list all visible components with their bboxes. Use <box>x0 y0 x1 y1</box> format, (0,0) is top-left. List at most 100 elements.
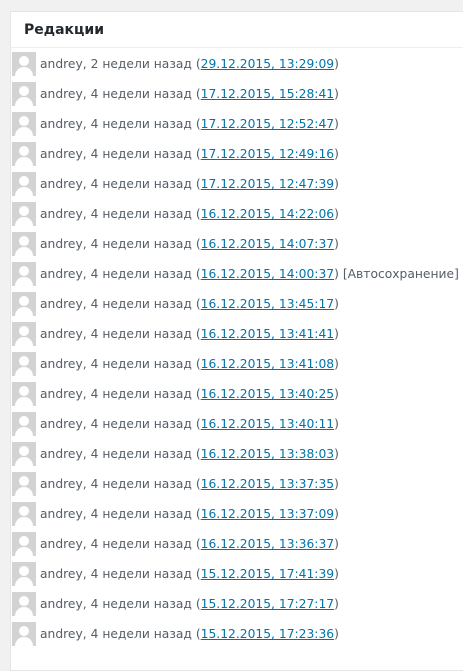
revision-time-ago: 4 недели назад <box>90 177 192 191</box>
default-avatar-icon <box>12 592 36 616</box>
revision-date-link[interactable]: 15.12.2015, 17:41:39 <box>201 567 334 581</box>
revision-author: andrey <box>40 387 83 401</box>
revision-date-link[interactable]: 17.12.2015, 12:49:16 <box>201 147 334 161</box>
default-avatar-icon <box>12 172 36 196</box>
revision-author: andrey <box>40 597 83 611</box>
revision-time-ago: 4 недели назад <box>90 297 192 311</box>
default-avatar-icon <box>12 442 36 466</box>
default-avatar-icon <box>12 52 36 76</box>
revision-autosave-note: [Автосохранение] <box>342 267 459 281</box>
revision-date-link[interactable]: 16.12.2015, 13:45:17 <box>201 297 334 311</box>
revision-date-link[interactable]: 16.12.2015, 13:38:03 <box>201 447 334 461</box>
revision-time-ago: 4 недели назад <box>90 207 192 221</box>
revision-item: andrey, 4 недели назад (16.12.2015, 13:4… <box>12 289 459 319</box>
revision-time-ago: 4 недели назад <box>90 237 192 251</box>
revision-time-ago: 4 недели назад <box>90 507 192 521</box>
default-avatar-icon <box>12 472 36 496</box>
revision-time-ago: 4 недели назад <box>90 597 192 611</box>
revision-author: andrey <box>40 477 83 491</box>
default-avatar-icon <box>12 82 36 106</box>
revision-date-link[interactable]: 16.12.2015, 14:07:37 <box>201 237 334 251</box>
revision-item: andrey, 4 недели назад (16.12.2015, 14:2… <box>12 199 459 229</box>
revision-item: andrey, 4 недели назад (16.12.2015, 13:4… <box>12 409 459 439</box>
panel-title: Редакции <box>24 21 105 38</box>
revision-date-link[interactable]: 16.12.2015, 14:00:37 <box>201 267 334 281</box>
revision-author: andrey <box>40 117 83 131</box>
revision-author: andrey <box>40 507 83 521</box>
default-avatar-icon <box>12 292 36 316</box>
revision-time-ago: 4 недели назад <box>90 357 192 371</box>
revision-item: andrey, 4 недели назад (17.12.2015, 12:4… <box>12 169 459 199</box>
revision-author: andrey <box>40 447 83 461</box>
revision-time-ago: 4 недели назад <box>90 417 192 431</box>
revision-date-link[interactable]: 16.12.2015, 13:40:25 <box>201 387 334 401</box>
revision-date-link[interactable]: 16.12.2015, 13:36:37 <box>201 537 334 551</box>
revision-time-ago: 4 недели назад <box>90 627 192 641</box>
revision-item: andrey, 4 недели назад (16.12.2015, 13:3… <box>12 469 459 499</box>
revision-item: andrey, 4 недели назад (15.12.2015, 17:2… <box>12 589 459 619</box>
revision-time-ago: 4 недели назад <box>90 567 192 581</box>
revision-date-link[interactable]: 29.12.2015, 13:29:09 <box>201 57 334 71</box>
revision-author: andrey <box>40 147 83 161</box>
revision-item: andrey, 4 недели назад (17.12.2015, 12:5… <box>12 109 459 139</box>
revision-author: andrey <box>40 177 83 191</box>
default-avatar-icon <box>12 202 36 226</box>
revision-author: andrey <box>40 537 83 551</box>
revision-date-link[interactable]: 15.12.2015, 17:23:36 <box>201 627 334 641</box>
default-avatar-icon <box>12 322 36 346</box>
revision-item: andrey, 4 недели назад (16.12.2015, 13:3… <box>12 529 459 559</box>
revision-item: andrey, 4 недели назад (16.12.2015, 13:4… <box>12 379 459 409</box>
revision-date-link[interactable]: 17.12.2015, 15:28:41 <box>201 87 334 101</box>
revision-time-ago: 2 недели назад <box>90 57 192 71</box>
revision-author: andrey <box>40 357 83 371</box>
revision-time-ago: 4 недели назад <box>90 87 192 101</box>
revision-time-ago: 4 недели назад <box>90 117 192 131</box>
panel-header: Редакции <box>11 12 463 48</box>
default-avatar-icon <box>12 382 36 406</box>
revision-date-link[interactable]: 16.12.2015, 13:41:41 <box>201 327 334 341</box>
revision-time-ago: 4 недели назад <box>90 447 192 461</box>
default-avatar-icon <box>12 232 36 256</box>
revision-author: andrey <box>40 297 83 311</box>
revision-author: andrey <box>40 207 83 221</box>
default-avatar-icon <box>12 352 36 376</box>
revision-item: andrey, 4 недели назад (16.12.2015, 13:4… <box>12 349 459 379</box>
default-avatar-icon <box>12 532 36 556</box>
revision-item: andrey, 4 недели назад (16.12.2015, 14:0… <box>12 259 459 289</box>
revision-date-link[interactable]: 16.12.2015, 13:37:09 <box>201 507 334 521</box>
revision-date-link[interactable]: 17.12.2015, 12:47:39 <box>201 177 334 191</box>
revision-time-ago: 4 недели назад <box>90 477 192 491</box>
revision-time-ago: 4 недели назад <box>90 387 192 401</box>
revision-time-ago: 4 недели назад <box>90 327 192 341</box>
default-avatar-icon <box>12 622 36 646</box>
revision-item: andrey, 2 недели назад (29.12.2015, 13:2… <box>12 49 459 79</box>
default-avatar-icon <box>12 142 36 166</box>
revision-date-link[interactable]: 16.12.2015, 14:22:06 <box>201 207 334 221</box>
revision-date-link[interactable]: 15.12.2015, 17:27:17 <box>201 597 334 611</box>
revision-time-ago: 4 недели назад <box>90 267 192 281</box>
revision-item: andrey, 4 недели назад (17.12.2015, 15:2… <box>12 79 459 109</box>
revision-item: andrey, 4 недели назад (16.12.2015, 14:0… <box>12 229 459 259</box>
revision-author: andrey <box>40 567 83 581</box>
revision-item: andrey, 4 недели назад (15.12.2015, 17:4… <box>12 559 459 589</box>
revision-item: andrey, 4 недели назад (16.12.2015, 13:3… <box>12 439 459 469</box>
default-avatar-icon <box>12 562 36 586</box>
default-avatar-icon <box>12 262 36 286</box>
revision-date-link[interactable]: 17.12.2015, 12:52:47 <box>201 117 334 131</box>
revision-author: andrey <box>40 327 83 341</box>
default-avatar-icon <box>12 112 36 136</box>
revision-date-link[interactable]: 16.12.2015, 13:41:08 <box>201 357 334 371</box>
revision-date-link[interactable]: 16.12.2015, 13:40:11 <box>201 417 334 431</box>
revision-item: andrey, 4 недели назад (16.12.2015, 13:4… <box>12 319 459 349</box>
default-avatar-icon <box>12 502 36 526</box>
revision-item: andrey, 4 недели назад (17.12.2015, 12:4… <box>12 139 459 169</box>
revision-author: andrey <box>40 417 83 431</box>
revision-author: andrey <box>40 267 83 281</box>
revision-author: andrey <box>40 627 83 641</box>
revision-time-ago: 4 недели назад <box>90 147 192 161</box>
revision-author: andrey <box>40 57 83 71</box>
revision-time-ago: 4 недели назад <box>90 537 192 551</box>
revision-date-link[interactable]: 16.12.2015, 13:37:35 <box>201 477 334 491</box>
revision-author: andrey <box>40 237 83 251</box>
default-avatar-icon <box>12 412 36 436</box>
